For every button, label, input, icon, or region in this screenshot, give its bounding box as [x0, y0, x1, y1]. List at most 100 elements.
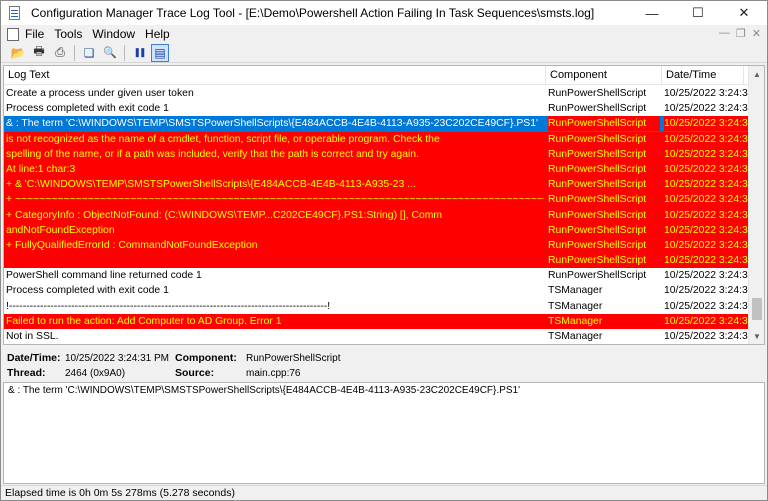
log-row-datetime: 10/25/2022 3:24:31 85 [664, 285, 756, 297]
copy-icon[interactable]: ❏ [80, 44, 98, 62]
log-row-component: RunPowerShellScript [548, 133, 647, 145]
document-icon[interactable] [7, 27, 19, 41]
list-rows: Create a process under given user token R… [4, 86, 756, 344]
log-row[interactable]: At line:1 char:3 RunPowerShellScript 10/25… [4, 161, 756, 178]
details-pane: Date/Time: 10/25/2022 3:24:31 PM Compone… [3, 347, 765, 381]
log-row-datetime: 10/25/2022 3:24:31 24 [664, 194, 756, 206]
find-icon[interactable]: 🔍 [101, 44, 119, 62]
toolbar-separator [124, 44, 125, 61]
column-header-component[interactable]: Component [546, 66, 662, 85]
log-row-component: RunPowerShellScript [548, 270, 647, 282]
log-row-datetime: 10/25/2022 3:24:31 24 [664, 179, 756, 191]
log-row-datetime: 10/25/2022 3:24:31 24 [664, 163, 756, 175]
mdi-close-button[interactable]: ✕ [752, 27, 761, 40]
mdi-restore-button[interactable]: ❐ [736, 27, 746, 40]
log-row-component: RunPowerShellScript [548, 179, 647, 191]
log-row-text: Process completed with exit code 1 [6, 103, 169, 115]
log-row-text: is not recognized as the name of a cmdle… [6, 133, 440, 145]
log-row[interactable]: Failed to run the action: Add Computer t… [4, 313, 756, 329]
menu-window[interactable]: Window [92, 27, 135, 41]
menu-bar: File Tools Window Help — ❐ ✕ [1, 25, 767, 43]
log-row-text: !---------------------------------------… [6, 300, 331, 312]
log-row-text: spelling of the name, or if a path was i… [6, 148, 419, 160]
log-row-datetime: 10/25/2022 3:24:31 24 [664, 209, 756, 221]
log-row[interactable]: + CategoryInfo : ObjectNotFound: (C:\WIN… [4, 207, 756, 223]
datetime-value: 10/25/2022 3:24:31 PM [65, 353, 169, 364]
scroll-up-icon[interactable]: ▲ [749, 66, 764, 82]
log-row[interactable]: spelling of the name, or if a path was i… [4, 146, 756, 162]
component-label: Component: [175, 352, 237, 364]
app-window: Configuration Manager Trace Log Tool - [… [0, 0, 768, 501]
log-row[interactable]: andNotFoundException RunPowerShellScript 1… [4, 222, 756, 238]
log-list[interactable]: Log Text Component Date/Time T Create a … [3, 65, 765, 345]
log-row-component: RunPowerShellScript [548, 255, 647, 267]
log-row-datetime: 10/25/2022 3:24:31 24 [664, 255, 756, 267]
log-row-datetime: 10/25/2022 3:24:31 85 [664, 315, 756, 327]
status-bar: Elapsed time is 0h 0m 5s 278ms (5.278 se… [1, 485, 767, 500]
log-row-text: PowerShell command line returned code 1 [6, 270, 202, 282]
vertical-scrollbar[interactable]: ▲ ▼ [748, 66, 764, 344]
source-label: Source: [175, 367, 215, 379]
log-row-datetime: 10/25/2022 3:24:31 85 [664, 300, 756, 312]
log-row-datetime: 10/25/2022 3:24:31 24 [664, 88, 756, 99]
log-row-component: RunPowerShellScript [548, 148, 647, 160]
open-folder-icon[interactable]: 📂 [9, 44, 27, 62]
log-row-component: TSManager [548, 300, 603, 312]
menu-file[interactable]: File [25, 27, 44, 41]
log-row[interactable]: RunPowerShellScript 10/25/2022 3:24:31 24 [4, 253, 756, 269]
log-row-text: Failed to run the action: Add Computer t… [6, 315, 282, 327]
log-row-text: Not in SSL. [6, 331, 59, 342]
mdi-minimize-button[interactable]: — [719, 27, 730, 40]
menu-tools[interactable]: Tools [54, 27, 82, 41]
log-row[interactable]: Process completed with exit code 1 RunPow… [4, 101, 756, 117]
toggle-details-icon[interactable]: ▤ [151, 43, 169, 62]
log-row-datetime: 10/25/2022 3:24:31 24 [664, 239, 756, 251]
log-row-component: RunPowerShellScript [548, 88, 647, 99]
log-row[interactable]: !---------------------------------------… [4, 298, 756, 314]
print-icon[interactable]: ⎙ [51, 44, 69, 62]
log-row-component: RunPowerShellScript [548, 194, 647, 206]
log-row-component: TSManager [548, 315, 603, 327]
minimize-button[interactable]: — [629, 1, 675, 25]
log-row[interactable]: + ~~~~~~~~~~~~~~~~~~~~~~~~~~~~~~~~~~~~~~… [4, 192, 756, 208]
thread-label: Thread: [7, 367, 46, 379]
log-row-text: At line:1 char:3 [6, 163, 76, 175]
title-bar[interactable]: Configuration Manager Trace Log Tool - [… [1, 1, 767, 25]
log-row[interactable]: PowerShell command line returned code 1 R… [4, 268, 756, 284]
log-row-text: + FullyQualifiedErrorId : CommandNotFoun… [6, 239, 258, 251]
log-row-text: + & 'C:\WINDOWS\TEMP\SMSTSPowerShellScri… [6, 179, 416, 191]
log-row[interactable]: Not in SSL. TSManager 10/25/2022 3:24:31 8… [4, 329, 756, 344]
log-row[interactable]: Process completed with exit code 1 TSMana… [4, 283, 756, 299]
log-row[interactable]: + & 'C:\WINDOWS\TEMP\SMSTSPowerShellScri… [4, 177, 756, 193]
log-row[interactable]: is not recognized as the name of a cmdle… [4, 131, 756, 147]
log-row-text: + CategoryInfo : ObjectNotFound: (C:\WIN… [6, 209, 443, 221]
print-preview-icon[interactable]: 🖶 [30, 44, 48, 62]
menu-help[interactable]: Help [145, 27, 170, 41]
scroll-thumb[interactable] [752, 298, 762, 320]
log-row-component: RunPowerShellScript [548, 163, 647, 175]
log-row-text: Create a process under given user token [6, 88, 194, 99]
maximize-button[interactable]: ☐ [675, 1, 721, 25]
toolbar-separator [74, 44, 75, 61]
log-row-component: RunPowerShellScript [548, 239, 647, 251]
component-value: RunPowerShellScript [246, 353, 341, 364]
scroll-down-icon[interactable]: ▼ [749, 328, 764, 344]
log-row-datetime: 10/25/2022 3:24:31 24 [664, 103, 756, 115]
column-header-datetime[interactable]: Date/Time [662, 66, 744, 85]
close-button[interactable]: ✕ [721, 1, 767, 25]
window-title: Configuration Manager Trace Log Tool - [… [31, 6, 595, 20]
app-log-icon [7, 5, 23, 21]
log-row[interactable]: Create a process under given user token R… [4, 86, 756, 102]
log-row-datetime: 10/25/2022 3:24:31 85 [664, 331, 756, 342]
log-row-datetime: 10/25/2022 3:24:31 24 [664, 270, 756, 282]
log-row[interactable]: + FullyQualifiedErrorId : CommandNotFoun… [4, 237, 756, 254]
column-header-log-text[interactable]: Log Text [4, 66, 546, 85]
pause-icon[interactable]: ❚❚ [130, 44, 148, 62]
list-header: Log Text Component Date/Time T [4, 66, 764, 85]
log-row-component: TSManager [548, 285, 603, 297]
log-row-text: Process completed with exit code 1 [6, 285, 169, 297]
toolbar: 📂 🖶 ⎙ ❏ 🔍 ❚❚ ▤ [1, 43, 767, 63]
message-textbox[interactable]: & : The term 'C:\WINDOWS\TEMP\SMSTSPower… [3, 382, 765, 484]
log-row[interactable]: & : The term 'C:\WINDOWS\TEMP\SMSTSPower… [4, 116, 756, 132]
log-row-component: RunPowerShellScript [548, 224, 647, 236]
